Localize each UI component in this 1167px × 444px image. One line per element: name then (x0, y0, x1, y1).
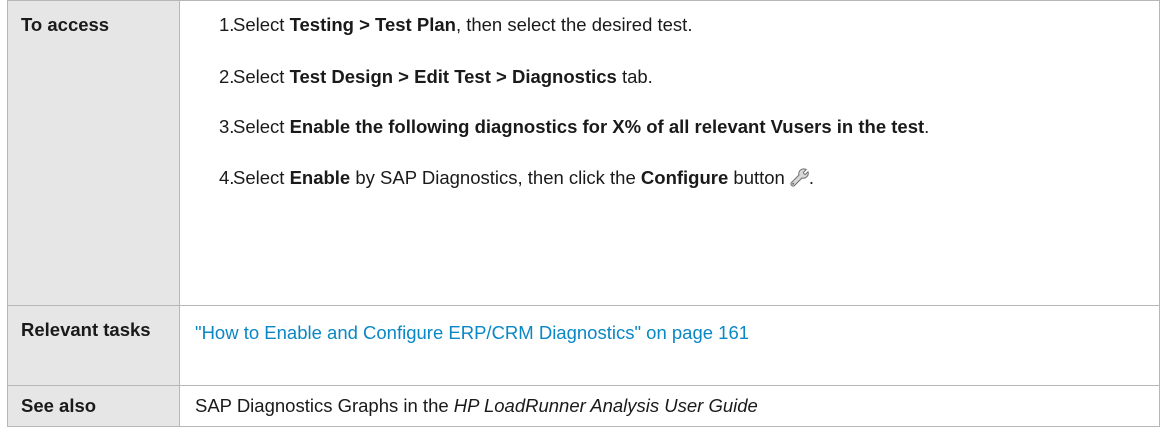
relevant-tasks-cell: "How to Enable and Configure ERP/CRM Dia… (179, 305, 1160, 386)
step-item: 4. Select Enable by SAP Diagnostics, then… (195, 165, 1145, 191)
step-bold-text: Enable the following diagnostics for X% … (289, 116, 925, 137)
step-text: Select (233, 116, 290, 137)
step-text: Select (233, 167, 290, 188)
steps-list: 1. Select Testing > Test Plan, then selec… (195, 12, 1145, 191)
step-number: 1. (219, 14, 235, 35)
step-bold-text: Test Design > Edit Test > Diagnostics (289, 66, 617, 87)
step-item: 1. Select Testing > Test Plan, then selec… (195, 12, 1145, 38)
step-text: . (808, 167, 814, 188)
row-label-see-also: See also (7, 385, 180, 427)
step-text: Select (233, 14, 290, 35)
table-row: Relevant tasks "How to Enable and Config… (7, 305, 1160, 386)
step-bold-text: Configure (640, 167, 729, 188)
info-table: To access 1. Select Testing > Test Plan, … (7, 0, 1160, 427)
see-also-guide-title: HP LoadRunner Analysis User Guide (453, 395, 758, 416)
row-label-relevant-tasks: Relevant tasks (7, 305, 180, 386)
step-item: 2. Select Test Design > Edit Test > Diagn… (195, 64, 1145, 90)
step-item: 3. Select Enable the following diagnostic… (195, 114, 1145, 140)
step-text: , then select the desired test. (455, 14, 693, 35)
step-number: 4. (219, 167, 235, 188)
wrench-icon (789, 167, 809, 187)
step-bold-text: Testing > Test Plan (289, 14, 456, 35)
step-text: Select (233, 66, 290, 87)
row-label-to-access: To access (7, 0, 180, 306)
step-text: by SAP Diagnostics, then click the (350, 167, 641, 188)
relevant-task-link[interactable]: "How to Enable and Configure ERP/CRM Dia… (195, 322, 749, 343)
table-row: See also SAP Diagnostics Graphs in the H… (7, 385, 1160, 427)
access-steps-cell: 1. Select Testing > Test Plan, then selec… (179, 0, 1160, 306)
step-text: button (728, 167, 785, 188)
step-text: . (924, 116, 930, 137)
see-also-text: SAP Diagnostics Graphs in the (195, 395, 454, 416)
step-bold-text: Enable (289, 167, 351, 188)
step-number: 2. (219, 66, 235, 87)
see-also-cell: SAP Diagnostics Graphs in the HP LoadRun… (179, 385, 1160, 427)
step-text: tab. (616, 66, 653, 87)
step-number: 3. (219, 116, 235, 137)
table-row: To access 1. Select Testing > Test Plan, … (7, 0, 1160, 306)
